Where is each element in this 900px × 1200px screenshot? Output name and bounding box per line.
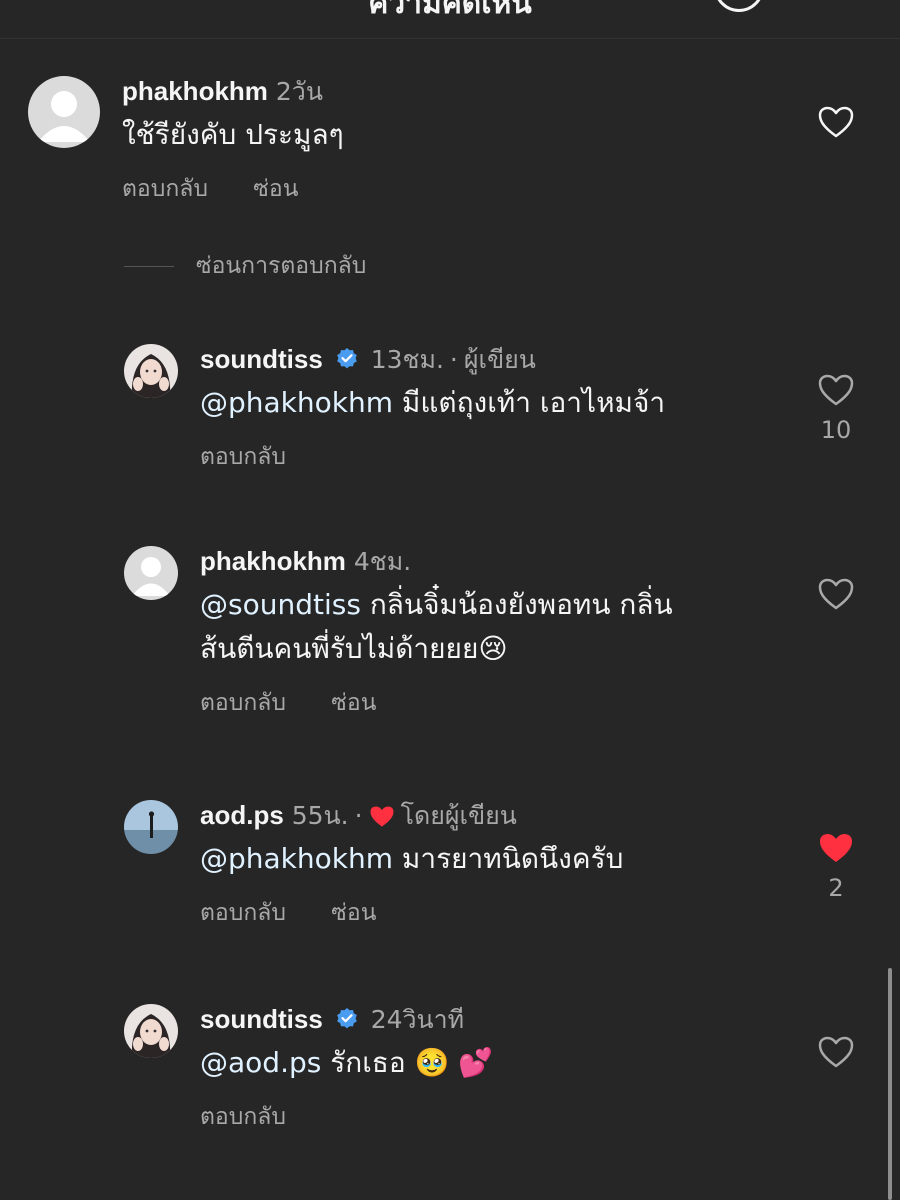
reply-text: @aod.ps รักเธอ 🥹 💕 — [200, 1041, 493, 1085]
like-count: 2 — [828, 874, 844, 902]
avatar[interactable] — [124, 800, 178, 854]
reply-username[interactable]: soundtiss — [200, 344, 323, 374]
reply-username[interactable]: aod.ps — [200, 800, 284, 830]
author-tag: โดยผู้เขียน — [400, 801, 517, 830]
reply-body: มีแต่ถุงเท้า เอาไหมจ้า — [393, 386, 666, 419]
avatar[interactable] — [28, 76, 100, 148]
heart-outline-icon — [818, 374, 854, 406]
separator-dot: · — [449, 345, 458, 374]
reply-time: 13ชม. — [370, 345, 444, 374]
reply-time: 4ชม. — [353, 547, 412, 576]
like-button[interactable] — [818, 578, 854, 614]
reply-body: มารยาทนิดนึงครับ — [393, 842, 624, 875]
hide-replies-label: ซ่อนการตอบกลับ — [196, 253, 367, 279]
heart-outline-icon — [818, 1036, 854, 1068]
hide-replies-toggle[interactable]: ซ่อนการตอบกลับ — [124, 248, 366, 284]
like-button[interactable] — [818, 1036, 854, 1072]
reply-time: 24วินาที — [370, 1005, 465, 1034]
avatar[interactable] — [124, 1004, 178, 1058]
author-liked-heart-icon — [370, 806, 394, 827]
reply-button[interactable]: ตอบกลับ — [200, 444, 286, 470]
like-count: 10 — [820, 416, 852, 444]
hide-button[interactable]: ซ่อน — [331, 900, 376, 926]
reply-button[interactable]: ตอบกลับ — [200, 900, 286, 926]
reply-body: รักเธอ 🥹 💕 — [321, 1046, 494, 1079]
divider — [124, 266, 174, 267]
heart-outline-icon — [818, 106, 854, 138]
separator-dot: · — [354, 801, 363, 830]
top-bar: ความคิดเห็น — [0, 0, 900, 39]
hide-button[interactable]: ซ่อน — [253, 176, 298, 202]
like-button[interactable]: 10 — [818, 374, 854, 444]
reply-button[interactable]: ตอบกลับ — [200, 690, 286, 716]
comment-text: ใช้รียังคับ ประมูลๆ — [122, 118, 344, 151]
mention-link[interactable]: @phakhokhm — [200, 386, 393, 419]
reply-button[interactable]: ตอบกลับ — [200, 1104, 286, 1130]
author-tag: ผู้เขียน — [463, 345, 536, 374]
verified-badge-icon — [336, 1008, 357, 1029]
page-title: ความคิดเห็น — [368, 0, 532, 21]
reply-time: 55น. — [291, 801, 349, 830]
reply-text: @phakhokhm มารยาทนิดนึงครับ — [200, 837, 623, 881]
verified-badge-icon — [336, 348, 357, 369]
heart-filled-icon — [820, 834, 852, 862]
scrollbar[interactable] — [888, 968, 892, 1200]
avatar[interactable] — [124, 344, 178, 398]
mention-link[interactable]: @phakhokhm — [200, 842, 393, 875]
mention-link[interactable]: @soundtiss — [200, 588, 361, 621]
reply-username[interactable]: phakhokhm — [200, 546, 346, 576]
mention-link[interactable]: @aod.ps — [200, 1046, 321, 1079]
hide-button[interactable]: ซ่อน — [331, 690, 376, 716]
reply-text: @phakhokhm มีแต่ถุงเท้า เอาไหมจ้า — [200, 381, 665, 425]
reply-button[interactable]: ตอบกลับ — [122, 176, 208, 202]
like-button[interactable] — [818, 106, 854, 142]
comment-time: 2วัน — [275, 77, 323, 106]
reply-username[interactable]: soundtiss — [200, 1004, 323, 1034]
reply-text: @soundtiss กลิ่นจิ๋มน้องยังพอทน กลิ่นส้น… — [200, 583, 740, 671]
heart-outline-icon — [818, 578, 854, 610]
comment-username[interactable]: phakhokhm — [122, 76, 268, 106]
like-button[interactable]: 2 — [818, 832, 854, 902]
avatar[interactable] — [124, 546, 178, 600]
